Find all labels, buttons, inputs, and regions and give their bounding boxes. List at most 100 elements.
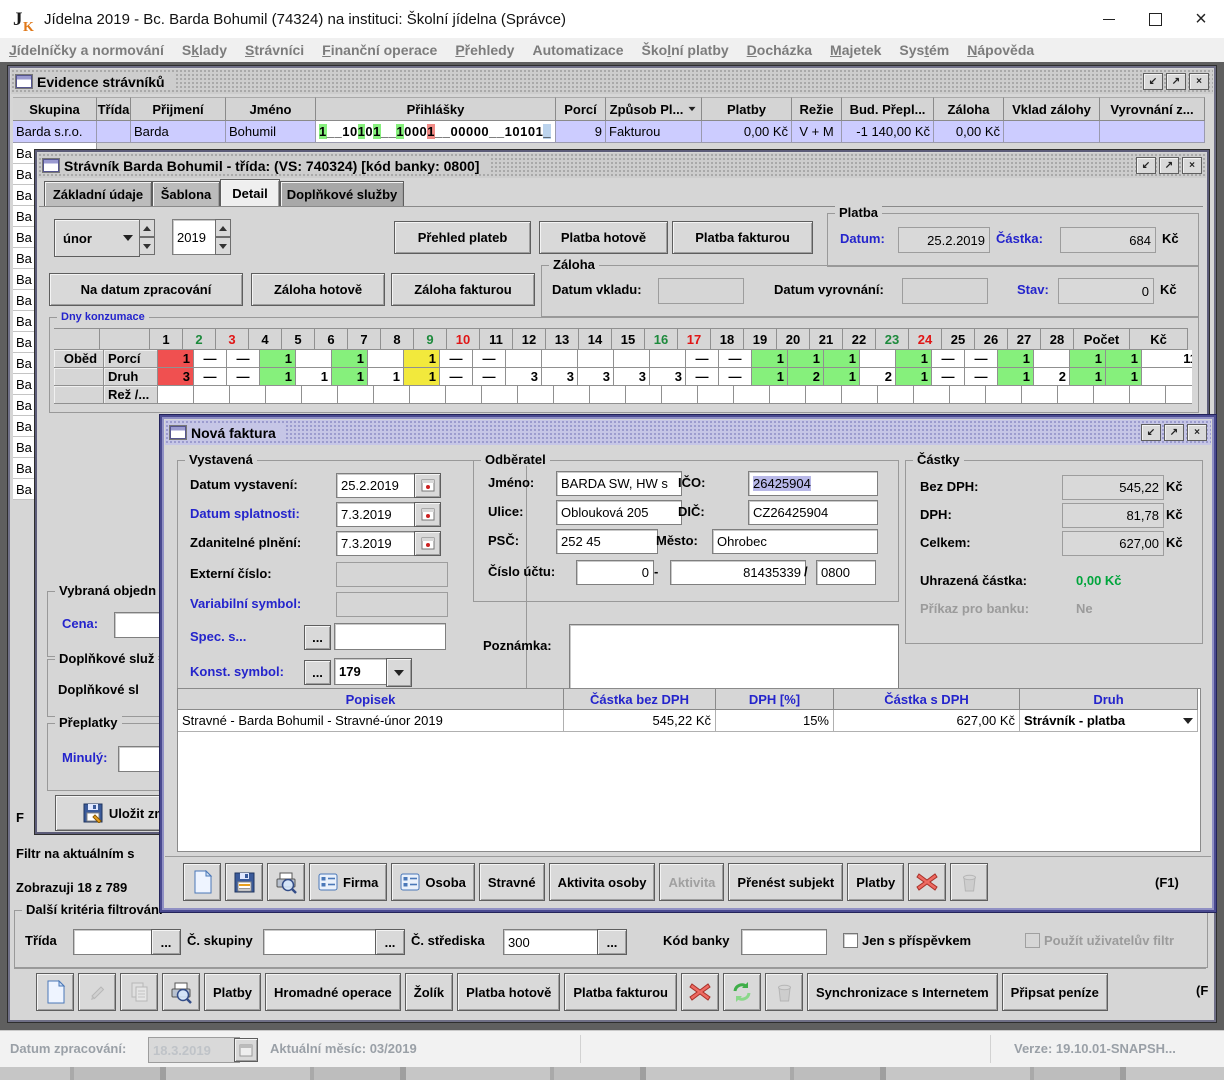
maximize-icon[interactable]: ↗	[1159, 157, 1179, 174]
day-cell-rez-1[interactable]	[158, 386, 194, 404]
menu-item-3[interactable]: Strávníci	[236, 42, 313, 58]
day-cell-porci-3[interactable]: —	[227, 350, 260, 368]
day-cell-rez-3[interactable]	[230, 386, 266, 404]
konst-symbol-dropdown-button[interactable]	[386, 658, 412, 687]
day-cell-porci-23[interactable]: —	[932, 350, 965, 368]
day-cell-druh-26[interactable]: 2	[1034, 368, 1070, 386]
prehled-plateb-button[interactable]: Přehled plateb	[394, 221, 531, 254]
day-cell-porci-1[interactable]: 1	[158, 350, 194, 368]
day-cell-porci-9[interactable]: —	[440, 350, 473, 368]
invoice-column-4[interactable]: Částka s DPH	[834, 689, 1020, 710]
skupiny-picker-button[interactable]: ...	[375, 929, 405, 955]
osoba-button[interactable]: Osoba	[391, 863, 474, 901]
column-header-prijmeni[interactable]: Přijmení	[131, 97, 226, 121]
day-cell-rez-16[interactable]	[698, 386, 734, 404]
day-cell-rez-25[interactable]	[1022, 386, 1058, 404]
column-header-zpusob[interactable]: Způsob Pl...	[606, 97, 702, 121]
day-cell-druh-15[interactable]: 3	[650, 368, 686, 386]
pripsat-penize-button[interactable]: Připsat peníze	[1002, 973, 1108, 1011]
zolik-button[interactable]: Žolík	[405, 973, 453, 1011]
evidence-cell-bud_prepl[interactable]: -1 140,00 Kč	[842, 121, 934, 143]
new-invoice-button[interactable]	[183, 863, 221, 901]
day-cell-rez-5[interactable]	[302, 386, 338, 404]
print-preview-button[interactable]	[162, 973, 200, 1011]
day-cell-rez-28[interactable]	[1130, 386, 1166, 404]
menu-item-10[interactable]: Systém	[890, 42, 958, 58]
restore-icon[interactable]: ↙	[1136, 157, 1156, 174]
day-cell-rez-4[interactable]	[266, 386, 302, 404]
day-cell-rez-9[interactable]	[446, 386, 482, 404]
evidence-cell-jmeno[interactable]: Bohumil	[226, 121, 316, 143]
platba-fakturou-button[interactable]: Platba fakturou	[672, 221, 813, 254]
day-cell-porci-26[interactable]	[1034, 350, 1070, 368]
delete-button[interactable]	[681, 973, 719, 1011]
day-cell-porci-16[interactable]: —	[686, 350, 719, 368]
evidence-cell-platby[interactable]: 0,00 Kč	[702, 121, 792, 143]
platby-button[interactable]: Platby	[204, 973, 261, 1011]
day-cell-druh-25[interactable]: 1	[998, 368, 1034, 386]
day-cell-porci-4[interactable]: 1	[260, 350, 296, 368]
menu-item-4[interactable]: Finanční operace	[313, 42, 446, 58]
day-cell-rez-10[interactable]	[482, 386, 518, 404]
day-cell-druh-7[interactable]: 1	[368, 368, 404, 386]
ico-input[interactable]: 26425904	[748, 471, 878, 496]
day-cell-rez-18[interactable]	[770, 386, 806, 404]
day-cell-druh-11[interactable]: 3	[506, 368, 542, 386]
day-cell-porci-20[interactable]: 1	[824, 350, 860, 368]
day-cell-rez-12[interactable]	[554, 386, 590, 404]
month-spinner[interactable]	[139, 219, 155, 255]
day-cell-porci-18[interactable]: 1	[752, 350, 788, 368]
day-cell-porci-27[interactable]: 1	[1070, 350, 1106, 368]
tab-sablona[interactable]: Šablona	[152, 181, 220, 208]
zaloha-fakturou-button[interactable]: Záloha fakturou	[391, 273, 535, 306]
zdanitelne-calendar-button[interactable]	[414, 531, 441, 556]
psc-input[interactable]: 252 45	[556, 529, 658, 554]
day-cell-porci-12[interactable]	[542, 350, 578, 368]
column-header-prihlasky[interactable]: Přihlášky	[316, 97, 556, 121]
day-cell-rez-15[interactable]	[662, 386, 698, 404]
day-cell-rez-26[interactable]	[1058, 386, 1094, 404]
stravne-button[interactable]: Stravné	[479, 863, 545, 901]
maximize-icon[interactable]: ↗	[1164, 424, 1184, 441]
day-cell-porci-13[interactable]	[578, 350, 614, 368]
aktivita-osoby-button[interactable]: Aktivita osoby	[549, 863, 656, 901]
strediska-input[interactable]: 300	[503, 929, 599, 955]
year-spinner[interactable]	[215, 219, 231, 255]
day-cell-druh-17[interactable]: —	[719, 368, 752, 386]
synchronizace-button[interactable]: Synchronizace s Internetem	[807, 973, 998, 1011]
column-header-trida[interactable]: Třída	[97, 97, 131, 121]
day-cell-druh-9[interactable]: —	[440, 368, 473, 386]
menu-item-11[interactable]: Nápověda	[958, 42, 1043, 58]
faktura-titlebar[interactable]: Nová faktura ↙ ↗ ×	[165, 420, 1211, 445]
konst-symbol-input[interactable]: 179	[334, 658, 392, 685]
datum-calendar-button[interactable]	[234, 1038, 258, 1062]
refresh-button[interactable]	[723, 973, 761, 1011]
mesto-input[interactable]: Ohrobec	[712, 529, 878, 554]
trida-picker-button[interactable]: ...	[151, 929, 181, 955]
day-cell-druh-13[interactable]: 3	[578, 368, 614, 386]
month-combobox[interactable]: únor	[54, 219, 140, 257]
column-header-zaloha[interactable]: Záloha	[934, 97, 1004, 121]
day-cell-druh-20[interactable]: 1	[824, 368, 860, 386]
zaloha-hotove-button[interactable]: Záloha hotově	[251, 273, 385, 306]
datum-splatnosti-calendar-button[interactable]	[414, 502, 441, 527]
stravnik-titlebar[interactable]: Strávník Barda Bohumil - třída: (VS: 740…	[38, 153, 1206, 178]
day-cell-porci-19[interactable]: 1	[788, 350, 824, 368]
save-button[interactable]	[225, 863, 263, 901]
day-cell-porci-22[interactable]: 1	[896, 350, 932, 368]
day-cell-druh-2[interactable]: —	[194, 368, 227, 386]
close-icon[interactable]: ×	[1182, 157, 1202, 174]
day-cell-rez-8[interactable]	[410, 386, 446, 404]
day-cell-porci-10[interactable]: —	[473, 350, 506, 368]
day-cell-druh-14[interactable]: 3	[614, 368, 650, 386]
day-cell-rez-7[interactable]	[374, 386, 410, 404]
day-cell-druh-6[interactable]: 1	[332, 368, 368, 386]
column-header-porci[interactable]: Porcí	[556, 97, 606, 121]
menu-item-9[interactable]: Majetek	[821, 42, 890, 58]
column-header-jmeno[interactable]: Jméno	[226, 97, 316, 121]
restore-icon[interactable]: ↙	[1141, 424, 1161, 441]
evidence-cell-vyrovnani[interactable]	[1100, 121, 1205, 143]
evidence-cell-zpusob[interactable]: Fakturou	[606, 121, 702, 143]
day-cell-rez-19[interactable]	[806, 386, 842, 404]
platba-fakturou-button[interactable]: Platba fakturou	[564, 973, 677, 1011]
